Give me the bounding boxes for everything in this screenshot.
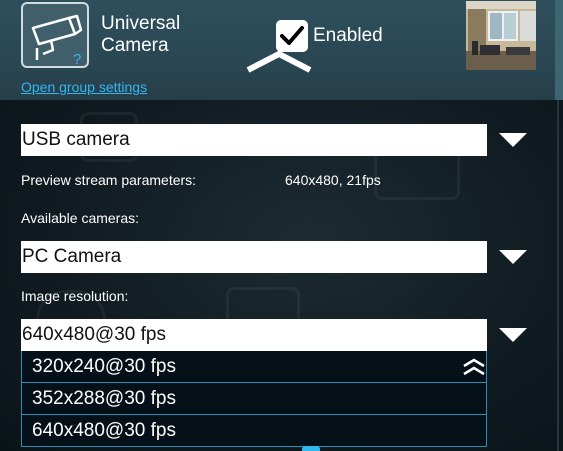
slider-handle[interactable]	[302, 446, 320, 451]
image-resolution-label: Image resolution:	[21, 288, 129, 304]
panel-scrollbar-track	[557, 100, 559, 451]
available-cameras-label: Available cameras:	[21, 210, 140, 226]
image-resolution-dropdown-arrow-icon[interactable]	[498, 327, 528, 343]
resolution-option[interactable]: 640x480@30 fps	[22, 415, 486, 447]
camera-icon: ?	[21, 2, 89, 68]
scroll-up-icon[interactable]	[462, 357, 486, 377]
resolution-option[interactable]: 352x288@30 fps	[22, 383, 486, 415]
preview-params-label: Preview stream parameters:	[21, 172, 197, 188]
camera-preview-thumbnail[interactable]	[466, 1, 536, 70]
resolution-option[interactable]: 320x240@30 fps	[22, 351, 486, 383]
svg-text:?: ?	[73, 51, 81, 66]
image-resolution-options-list: 320x240@30 fps 352x288@30 fps 640x480@30…	[21, 351, 487, 447]
camera-type-select[interactable]: USB camera	[21, 124, 487, 156]
collapse-chevron-icon[interactable]	[246, 48, 312, 74]
enabled-label: Enabled	[313, 25, 383, 46]
header-right-edge	[555, 0, 563, 100]
device-title: Universal Camera	[101, 13, 180, 57]
camera-type-dropdown-arrow-icon[interactable]	[498, 132, 528, 148]
preview-params-value: 640x480, 21fps	[285, 172, 381, 188]
available-cameras-dropdown-arrow-icon[interactable]	[498, 249, 528, 265]
open-group-settings-link[interactable]: Open group settings	[21, 79, 147, 95]
image-resolution-select[interactable]: 640x480@30 fps	[21, 319, 487, 351]
device-title-line2: Camera	[101, 35, 169, 56]
device-title-line1: Universal	[101, 13, 181, 34]
available-cameras-select[interactable]: PC Camera	[21, 241, 487, 273]
